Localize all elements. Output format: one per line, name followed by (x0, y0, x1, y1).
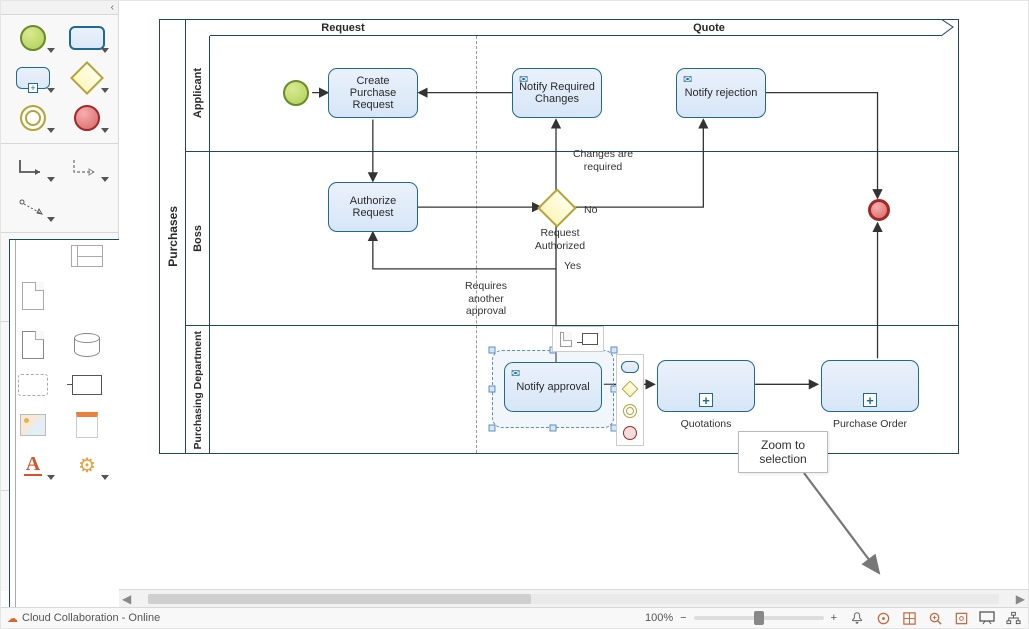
zoom-in-button[interactable]: + (828, 612, 840, 624)
zoom-fit-icon[interactable] (900, 610, 918, 626)
quick-end-icon[interactable] (619, 423, 641, 443)
zoom-out-button[interactable]: − (677, 612, 689, 624)
bpmn-diagram: Purchases Request Quote Applicant Boss P… (159, 19, 959, 454)
tool-pool[interactable] (9, 239, 57, 273)
tool-data-store[interactable] (63, 328, 111, 362)
task-authorize[interactable]: Authorize Request (328, 182, 418, 232)
message-icon: ✉ (519, 73, 528, 86)
tool-annotation[interactable] (9, 279, 57, 313)
tool-text[interactable]: A (9, 448, 57, 482)
end-event[interactable] (868, 199, 890, 221)
palette-section-events: + (1, 15, 118, 144)
scroll-track[interactable] (148, 594, 999, 604)
tool-intermediate-event[interactable] (9, 101, 57, 135)
palette-collapse[interactable]: ‹ (1, 1, 118, 15)
cloud-icon: ☁ (7, 612, 18, 625)
edge-label-yes: Yes (564, 260, 581, 273)
tool-legend[interactable] (63, 408, 111, 442)
zoom-slider[interactable] (694, 616, 824, 620)
tool-sequence-flow[interactable] (9, 150, 57, 184)
tool-image[interactable] (9, 408, 57, 442)
outline-icon[interactable] (1004, 610, 1022, 626)
tool-association[interactable] (9, 190, 57, 224)
presentation-icon[interactable] (978, 610, 996, 626)
quick-gateway-icon[interactable] (619, 379, 641, 399)
notifications-icon[interactable] (848, 610, 866, 626)
message-icon: ✉ (683, 73, 692, 86)
subprocess-quotations[interactable]: + (657, 360, 755, 412)
scroll-left-icon[interactable]: ◀ (119, 592, 134, 606)
quick-toolbar-side (616, 354, 644, 446)
label-quotations: Quotations (657, 418, 755, 431)
quick-note-icon[interactable] (555, 329, 577, 349)
edge-label-requires: Requires another approval (456, 280, 516, 318)
tool-task[interactable] (63, 21, 111, 55)
pool-title[interactable]: Purchases (160, 20, 186, 453)
expand-icon[interactable]: + (699, 393, 713, 407)
expand-icon[interactable]: + (863, 393, 877, 407)
quick-intermediate-icon[interactable] (619, 401, 641, 421)
phase-quote[interactable]: Quote (476, 20, 942, 36)
zoom-to-selection-button[interactable] (926, 610, 944, 626)
tool-data-object[interactable] (9, 328, 57, 362)
chevron-left-icon: ‹ (111, 2, 114, 13)
palette-section-swimlanes (1, 233, 118, 322)
zoom-controls: 100% − + (645, 612, 840, 624)
edge-label-no: No (584, 204, 597, 217)
gateway-label: Request Authorized (530, 227, 590, 252)
diagram-canvas[interactable]: Purchases Request Quote Applicant Boss P… (119, 1, 1028, 589)
scroll-thumb[interactable] (148, 594, 531, 604)
tool-callout[interactable] (63, 368, 111, 402)
message-icon: ✉ (511, 367, 520, 380)
scroll-right-icon[interactable]: ▶ (1013, 592, 1028, 606)
palette-section-connectors (1, 144, 118, 233)
tool-palette: ‹ + (1, 1, 119, 591)
quick-callout-icon[interactable] (579, 329, 601, 349)
tool-gateway[interactable] (63, 61, 111, 95)
tool-start-event[interactable] (9, 21, 57, 55)
subprocess-purchase-order[interactable]: + (821, 360, 919, 412)
app-root: ‹ + (0, 0, 1029, 629)
zoom-reset-icon[interactable] (874, 610, 892, 626)
collab-status[interactable]: ☁ Cloud Collaboration - Online (7, 612, 160, 625)
task-notify-rejection[interactable]: ✉Notify rejection (676, 68, 766, 118)
task-create-purchase[interactable]: Create Purchase Request (328, 68, 418, 118)
status-bar: ☁ Cloud Collaboration - Online 100% − + (1, 607, 1028, 628)
tool-lane[interactable] (63, 239, 111, 273)
zoom-value: 100% (645, 612, 673, 624)
task-notify-approval[interactable]: ✉Notify approval (504, 362, 602, 412)
tool-settings[interactable]: ⚙ (63, 448, 111, 482)
zoom-page-icon[interactable] (952, 610, 970, 626)
gear-icon: ⚙ (78, 453, 96, 478)
tooltip-zoom-to-selection: Zoom to selection (738, 431, 828, 473)
pool-purchases[interactable]: Purchases Request Quote Applicant Boss P… (159, 19, 959, 454)
quick-toolbar-top (552, 326, 604, 352)
label-purchase-order: Purchase Order (821, 418, 919, 431)
tool-group[interactable] (9, 368, 57, 402)
tool-message-flow[interactable] (63, 150, 111, 184)
tool-end-event[interactable] (63, 101, 111, 135)
start-event[interactable] (283, 80, 309, 106)
edge-label-changes: Changes are required (563, 148, 643, 173)
tool-subprocess[interactable]: + (9, 61, 57, 95)
task-notify-changes[interactable]: ✉Notify Required Changes (512, 68, 602, 118)
horizontal-scrollbar[interactable]: ◀ ▶ (119, 589, 1028, 607)
phase-request[interactable]: Request (210, 20, 476, 36)
quick-task-icon[interactable] (619, 357, 641, 377)
